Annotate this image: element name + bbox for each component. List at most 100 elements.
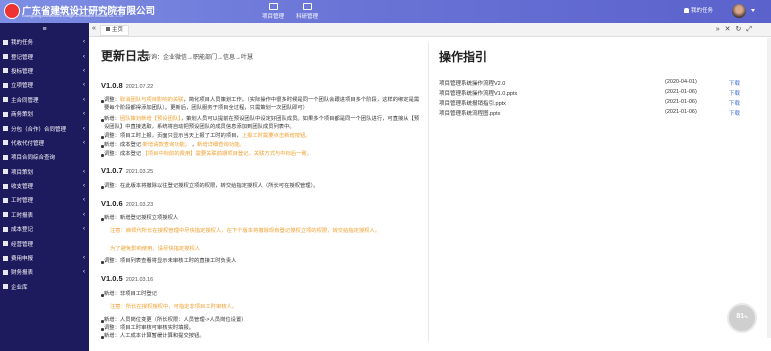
menu-icon bbox=[3, 255, 8, 261]
menu-icon bbox=[3, 97, 8, 103]
changelog-item: 调整：成本登记 【项目中标前的费用】需要关联前期项目登记，关联方式与中标后一致。 bbox=[101, 151, 424, 159]
sidebar-item-contract-query[interactable]: 项目合同综合查询 bbox=[0, 150, 89, 164]
download-link[interactable]: 下载 bbox=[729, 109, 740, 117]
column-divider bbox=[428, 42, 429, 342]
sidebar-item-project-approval[interactable]: 立项管理 ‹ bbox=[0, 78, 89, 92]
changelog-item: 新增：人员岗位变更（所长权限：人员管理->人员岗位设置） bbox=[101, 317, 424, 325]
chevron-icon: ‹ bbox=[83, 125, 85, 132]
version-heading: V1.0.8 2021.07.22 bbox=[101, 81, 154, 90]
menu-icon bbox=[3, 39, 8, 45]
user-menu-caret-icon[interactable] bbox=[751, 9, 755, 12]
nav-project-management[interactable]: 项目管理 bbox=[254, 3, 292, 20]
sidebar-item-financial-reports[interactable]: 财务报表 ‹ bbox=[0, 265, 89, 279]
tab-scroll-left-icon[interactable]: « bbox=[92, 25, 96, 32]
sidebar-item-bidding[interactable]: 投标管理 ‹ bbox=[0, 64, 89, 78]
menu-icon bbox=[3, 197, 8, 203]
sidebar-item-business-planning[interactable]: 商务策划 ‹ bbox=[0, 107, 89, 121]
brand-subtitle: GuangDong Architectural Design & Researc… bbox=[22, 14, 123, 18]
sidebar-item-work-hours-report[interactable]: 工时报表 ‹ bbox=[0, 208, 89, 222]
menu-icon bbox=[3, 111, 8, 117]
menu-icon bbox=[3, 284, 8, 290]
menu-icon bbox=[3, 126, 8, 132]
sidebar-item-project-planning[interactable]: 项目策划 ‹ bbox=[0, 165, 89, 179]
download-link[interactable]: 下载 bbox=[729, 79, 740, 87]
guide-row: 项目管理系统报销指引.pptx (2021-01-06) 下载 bbox=[439, 99, 741, 107]
chevron-icon: ‹ bbox=[83, 269, 85, 276]
menu-icon bbox=[3, 226, 8, 232]
chevron-icon: ‹ bbox=[83, 111, 85, 118]
sidebar-item-income-expense[interactable]: 收支管理 ‹ bbox=[0, 179, 89, 193]
menu-icon bbox=[3, 68, 8, 74]
changelog-item: 新增：人工成本计算暂缓计算和提交按钮。 bbox=[101, 333, 424, 341]
menu-icon bbox=[3, 154, 8, 160]
menu-icon bbox=[3, 183, 8, 189]
chevron-icon: ‹ bbox=[83, 211, 85, 218]
company-logo bbox=[4, 3, 20, 19]
menu-icon bbox=[3, 169, 8, 175]
sidebar-item-subcontract[interactable]: 分包（合作）合同管理 ‹ bbox=[0, 121, 89, 135]
chevron-icon: ‹ bbox=[83, 197, 85, 204]
guide-row: 项目管理系统操作流程V1.0.pptx (2021-01-06) 下载 bbox=[439, 89, 741, 97]
changelog-item: 新增：成本登记 新增请款查询功能。 ，新增详细查询功能。 bbox=[101, 142, 424, 150]
nav-research-management[interactable]: 科研管理 bbox=[288, 3, 326, 20]
changelog-item: 调整：取消团队与项目影响的关联，简化项目人员策划工作。（实际操作中很多时候是同一… bbox=[101, 97, 424, 112]
menu-icon bbox=[3, 269, 8, 275]
sidebar-item-registration[interactable]: 登记管理 ‹ bbox=[0, 49, 89, 63]
changelog-note: 注意：所长在授权授权中，可指定非项目工时审核人。 bbox=[110, 304, 238, 310]
tab-controls[interactable]: »✕↻⤢ bbox=[716, 25, 757, 34]
chevron-icon: ‹ bbox=[83, 39, 85, 46]
speed-widget[interactable]: 81% bbox=[727, 303, 757, 333]
menu-icon bbox=[3, 212, 8, 218]
tab-bar bbox=[89, 23, 771, 37]
sidebar-item-expense-declaration[interactable]: 费用申报 ‹ bbox=[0, 251, 89, 265]
sidebar-item-main-contract[interactable]: 主合同管理 ‹ bbox=[0, 93, 89, 107]
changelog-item: 新增：非项目工时登记 bbox=[101, 291, 424, 299]
sidebar-item-work-hours[interactable]: 工时管理 ‹ bbox=[0, 193, 89, 207]
version-heading: V1.0.7 2021.03.25 bbox=[101, 166, 154, 175]
sidebar-item-enterprise-library[interactable]: 企业库 bbox=[0, 280, 89, 294]
home-icon bbox=[106, 27, 110, 31]
changelog-item: 调整：项目列表查看将显示未审核工时的直接工时负责人 bbox=[101, 258, 424, 266]
bell-icon bbox=[684, 8, 689, 13]
sidebar-item-operations[interactable]: 经营管理 bbox=[0, 236, 89, 250]
guide-row: 项目管理系统操作流程V2.0 (2020-04-01) 下载 bbox=[439, 79, 741, 87]
chevron-icon: ‹ bbox=[83, 82, 85, 89]
consult-contact: 咨询：企业微信→职能部门→信息→叶慧 bbox=[145, 55, 254, 61]
sidebar: ≡ 我的任务 ‹ 登记管理 ‹ 投标管理 ‹ 立项管理 ‹ 主合同管理 ‹ 商务策划 ‹ 分… bbox=[0, 23, 89, 351]
chevron-icon: ‹ bbox=[83, 96, 85, 103]
tab-home[interactable]: 主页 bbox=[100, 25, 130, 36]
top-header: 广东省建筑设计研究院有限公司 GuangDong Architectural D… bbox=[0, 0, 771, 23]
chevron-icon: ‹ bbox=[83, 168, 85, 175]
chevron-icon: ‹ bbox=[83, 67, 85, 74]
chevron-icon: ‹ bbox=[83, 139, 85, 146]
changelog-item: 新增：团队策划新增【预设团队】，策划人员可以提前在预设团队中设定好团队成员。如果… bbox=[101, 116, 424, 131]
sidebar-item-my-tasks[interactable]: 我的任务 ‹ bbox=[0, 35, 89, 49]
download-link[interactable]: 下载 bbox=[729, 99, 740, 107]
changelog-item: 调整：在此版本将撤除以往登记授权立项的权限，转交给指定授权人（所长可在授权管理）… bbox=[101, 183, 424, 191]
guides-title: 操作指引 bbox=[439, 50, 488, 64]
guide-row: 项目管理系统流程图.pptx (2021-01-06) 下载 bbox=[439, 109, 741, 117]
changelog-item: 调整：项目工时审核可审核实时填报。 bbox=[101, 325, 424, 333]
menu-icon bbox=[3, 54, 8, 60]
sidebar-toggle[interactable]: ≡ bbox=[0, 23, 89, 35]
changelog-item: 调整：项目工时上报，页面只显示当天上报了工时的项目，上报工时需要点击新增按钮。 bbox=[101, 133, 424, 141]
version-heading: V1.0.6 2021.03.23 bbox=[101, 199, 154, 208]
changelog-note: 为了避免影响使用，请尽快指定授权人 bbox=[110, 246, 201, 252]
user-avatar[interactable] bbox=[732, 4, 746, 18]
download-link[interactable]: 下载 bbox=[729, 89, 740, 97]
changelog-title: 更新日志 bbox=[101, 49, 150, 63]
sidebar-item-cost-registration[interactable]: 成本登记 ‹ bbox=[0, 222, 89, 236]
menu-icon bbox=[3, 82, 8, 88]
research-icon bbox=[302, 3, 312, 10]
chevron-icon: ‹ bbox=[83, 53, 85, 60]
my-tasks-link[interactable]: 我的任务 bbox=[684, 6, 713, 14]
scrollbar[interactable] bbox=[767, 38, 771, 338]
version-heading: V1.0.5 2021.03.16 bbox=[101, 274, 154, 283]
monitor-icon bbox=[268, 3, 278, 10]
sidebar-item-collection-payment[interactable]: 代收代付管理 ‹ bbox=[0, 136, 89, 150]
chevron-icon: ‹ bbox=[83, 226, 85, 233]
chevron-icon: ‹ bbox=[83, 255, 85, 262]
menu-icon bbox=[3, 140, 8, 146]
chevron-icon: ‹ bbox=[83, 183, 85, 190]
changelog-note: 注意：麻烦代所长在授权管理中尽快指定授权人，在下个版本将撤除现有登记授权立项的权… bbox=[110, 228, 381, 234]
